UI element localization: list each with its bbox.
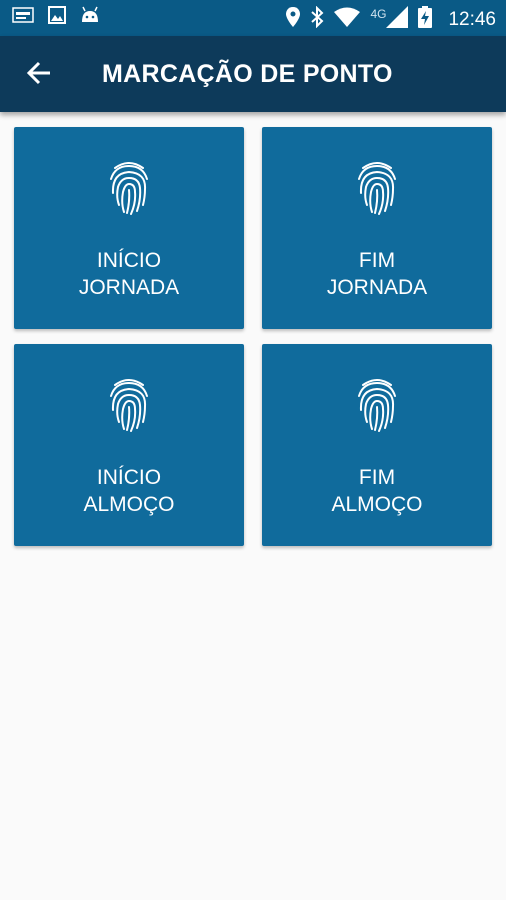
tile-inicio-jornada[interactable]: INÍCIO JORNADA: [14, 127, 244, 329]
tile-label-line1: INÍCIO: [96, 249, 162, 272]
fingerprint-icon: [110, 162, 148, 215]
tile-inicio-almoco[interactable]: INÍCIO ALMOÇO: [14, 344, 244, 546]
wifi-icon: [334, 7, 361, 32]
tile-label: FIM ALMOÇO: [262, 464, 492, 518]
photo-badge-icon: [12, 6, 34, 29]
location-icon: [286, 7, 301, 32]
tile-label-line2: ALMOÇO: [83, 493, 175, 516]
network-type-label: 4G: [370, 6, 387, 21]
fingerprint-icon: [358, 162, 396, 215]
back-button[interactable]: [22, 58, 56, 92]
signal-icon: [386, 6, 409, 33]
tile-label-line2: JORNADA: [78, 276, 180, 299]
status-time: 12:46: [448, 8, 496, 30]
tile-label-line1: FIM: [358, 249, 396, 272]
tile-label: INÍCIO JORNADA: [14, 247, 244, 301]
page-title: MARCAÇÃO DE PONTO: [102, 60, 393, 88]
arrow-left-icon: [26, 61, 52, 90]
bluetooth-icon: [310, 5, 324, 33]
battery-charging-icon: [418, 6, 433, 33]
app-bar: MARCAÇÃO DE PONTO: [0, 36, 506, 112]
image-icon: [48, 6, 66, 29]
tile-label-line2: ALMOÇO: [331, 493, 423, 516]
tile-fim-jornada[interactable]: FIM JORNADA: [262, 127, 492, 329]
tile-label-line1: FIM: [358, 466, 396, 489]
status-bar: 4G 12:46: [0, 0, 506, 36]
tile-label-line1: INÍCIO: [96, 466, 162, 489]
tile-fim-almoco[interactable]: FIM ALMOÇO: [262, 344, 492, 546]
fingerprint-icon: [110, 379, 148, 432]
tile-label: FIM JORNADA: [262, 247, 492, 301]
fingerprint-icon: [358, 379, 396, 432]
tile-label: INÍCIO ALMOÇO: [14, 464, 244, 518]
android-icon: [80, 6, 100, 29]
tile-label-line2: JORNADA: [326, 276, 428, 299]
